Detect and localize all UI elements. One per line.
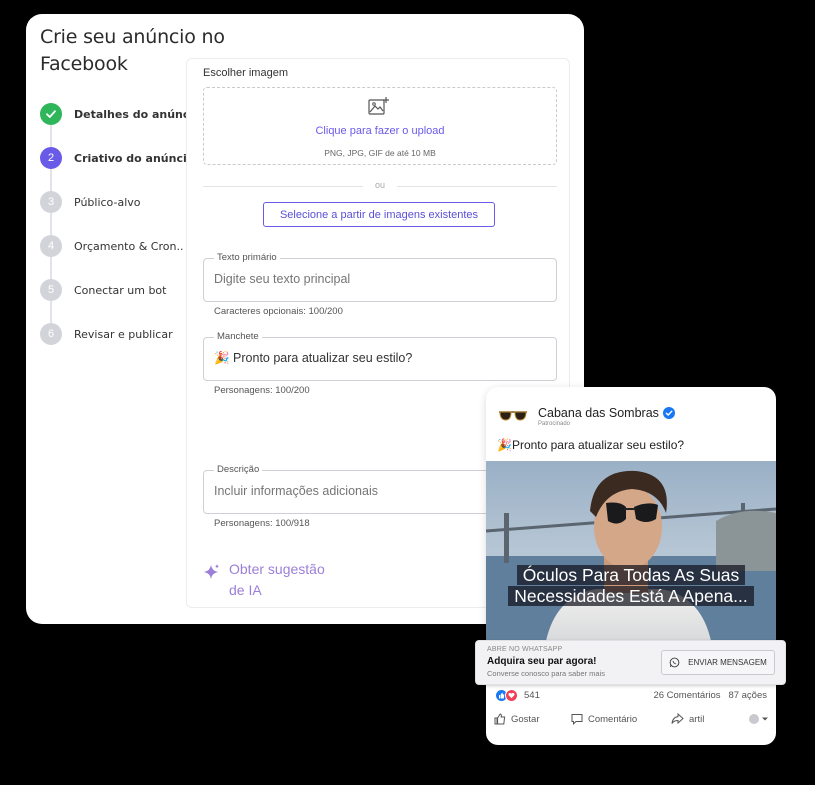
primary-text-field[interactable]: Texto primário bbox=[203, 252, 557, 302]
image-label: Escolher imagem bbox=[203, 67, 288, 79]
like-button[interactable]: Gostar bbox=[494, 713, 540, 725]
step-number: 5 bbox=[40, 279, 62, 301]
field-label: Texto primário bbox=[214, 252, 280, 263]
check-icon bbox=[40, 103, 62, 125]
step-number: 2 bbox=[40, 147, 62, 169]
verified-badge-icon bbox=[662, 407, 675, 419]
step-ad-details[interactable]: Detalhes do anúncio bbox=[40, 92, 201, 147]
comment-button[interactable]: Comentário bbox=[571, 713, 637, 725]
whatsapp-icon bbox=[669, 657, 680, 668]
step-connector bbox=[50, 169, 52, 191]
field-hint: Caracteres opcionais: 100/200 bbox=[214, 306, 343, 317]
man-with-sunglasses-photo bbox=[486, 461, 776, 641]
step-audience[interactable]: 3 Público-alvo bbox=[40, 180, 190, 235]
ai-suggestion-text: Obter sugestão de IA bbox=[229, 561, 325, 598]
sunglasses-icon bbox=[499, 411, 527, 421]
audience-selector[interactable] bbox=[748, 713, 775, 725]
step-label: Detalhes do anúncio bbox=[74, 107, 201, 121]
reaction-icons bbox=[495, 689, 518, 702]
send-message-button[interactable]: ENVIAR MENSAGEM bbox=[661, 650, 775, 675]
step-label: Orçamento & Cron.. bbox=[74, 239, 184, 253]
step-connect-bot[interactable]: 5 Conectar um bot bbox=[40, 268, 190, 323]
select-existing-images-button[interactable]: Selecione a partir de imagens existentes bbox=[263, 202, 495, 227]
headline-input[interactable] bbox=[214, 351, 546, 365]
steps-list: Detalhes do anúncio 2 Criativo do anúnci… bbox=[40, 92, 201, 356]
comment-icon bbox=[571, 714, 583, 725]
engagement-counts[interactable]: 26 Comentários 87 ações bbox=[653, 690, 767, 701]
upload-link[interactable]: Clique para fazer o upload bbox=[204, 125, 556, 137]
step-number: 6 bbox=[40, 323, 62, 345]
post-text: 🎉Pronto para atualizar seu estilo? bbox=[497, 438, 685, 452]
shares-count[interactable]: 87 ações bbox=[728, 690, 767, 701]
step-number: 3 bbox=[40, 191, 62, 213]
love-reaction-icon bbox=[505, 689, 518, 702]
chevron-down-icon bbox=[749, 714, 768, 724]
step-label: Conectar um bot bbox=[74, 283, 167, 297]
headline-field[interactable]: Manchete bbox=[203, 331, 557, 381]
divider-line bbox=[397, 186, 557, 187]
or-divider: ou bbox=[203, 180, 557, 192]
page-name[interactable]: Cabana das Sombras bbox=[538, 406, 675, 420]
reactions-row: 541 26 Comentários 87 ações bbox=[495, 689, 767, 703]
step-budget[interactable]: 4 Orçamento & Cron.. bbox=[40, 224, 190, 279]
upload-hint: PNG, JPG, GIF de até 10 MB bbox=[324, 148, 436, 158]
step-number: 4 bbox=[40, 235, 62, 257]
reaction-count[interactable]: 541 bbox=[524, 690, 540, 701]
step-label: Criativo do anúncio bbox=[74, 151, 195, 165]
step-connector bbox=[50, 257, 52, 279]
step-label: Revisar e publicar bbox=[74, 327, 173, 341]
step-connector bbox=[50, 125, 52, 147]
comment-label: Comentário bbox=[588, 713, 638, 725]
field-label: Manchete bbox=[214, 331, 262, 342]
step-label: Público-alvo bbox=[74, 195, 141, 209]
overlay-caption-line-2: Necessidades Está A Apena... bbox=[486, 586, 776, 607]
step-connector bbox=[50, 213, 52, 235]
or-text: ou bbox=[374, 180, 385, 190]
field-hint: Personagens: 100/200 bbox=[214, 385, 310, 396]
sponsored-label: Patrocinado bbox=[538, 421, 571, 427]
cta-bar: ABRE NO WHATSAPP Adquira seu par agora! … bbox=[475, 640, 786, 685]
page-avatar bbox=[498, 401, 528, 431]
share-icon bbox=[671, 713, 684, 725]
upload-dropzone[interactable]: Clique para fazer o upload PNG, JPG, GIF… bbox=[203, 87, 557, 165]
image-add-icon bbox=[368, 97, 389, 115]
send-message-label: ENVIAR MENSAGEM bbox=[688, 658, 767, 667]
field-label: Descrição bbox=[214, 464, 263, 475]
step-ad-creative[interactable]: 2 Criativo do anúncio bbox=[40, 136, 194, 191]
cta-channel: ABRE NO WHATSAPP bbox=[487, 646, 563, 653]
cta-title: Adquira seu par agora! bbox=[487, 656, 597, 667]
post-actions: Gostar Comentário artil bbox=[486, 713, 776, 733]
page-name-text: Cabana das Sombras bbox=[538, 406, 659, 420]
cta-subtitle: Converse conosco para saber mais bbox=[487, 669, 605, 678]
comments-count[interactable]: 26 Comentários bbox=[653, 690, 720, 701]
thumbs-up-icon bbox=[494, 713, 506, 725]
sparkle-icon bbox=[204, 564, 219, 579]
ad-image: Óculos Para Todas As Suas Necessidades E… bbox=[486, 461, 776, 641]
step-review-publish[interactable]: 6 Revisar e publicar bbox=[40, 312, 190, 356]
facebook-ad-preview: Cabana das Sombras Patrocinado 🎉Pronto p… bbox=[475, 387, 786, 745]
primary-text-input[interactable] bbox=[214, 272, 546, 286]
share-button[interactable]: artil bbox=[671, 713, 704, 725]
ai-suggestion-link[interactable]: Obter sugestão de IA bbox=[203, 559, 339, 601]
like-label: Gostar bbox=[511, 713, 540, 725]
field-hint: Personagens: 100/918 bbox=[214, 518, 310, 529]
share-label: artil bbox=[689, 713, 705, 725]
overlay-caption-line-1: Óculos Para Todas As Suas bbox=[486, 565, 776, 586]
step-connector bbox=[50, 301, 52, 323]
